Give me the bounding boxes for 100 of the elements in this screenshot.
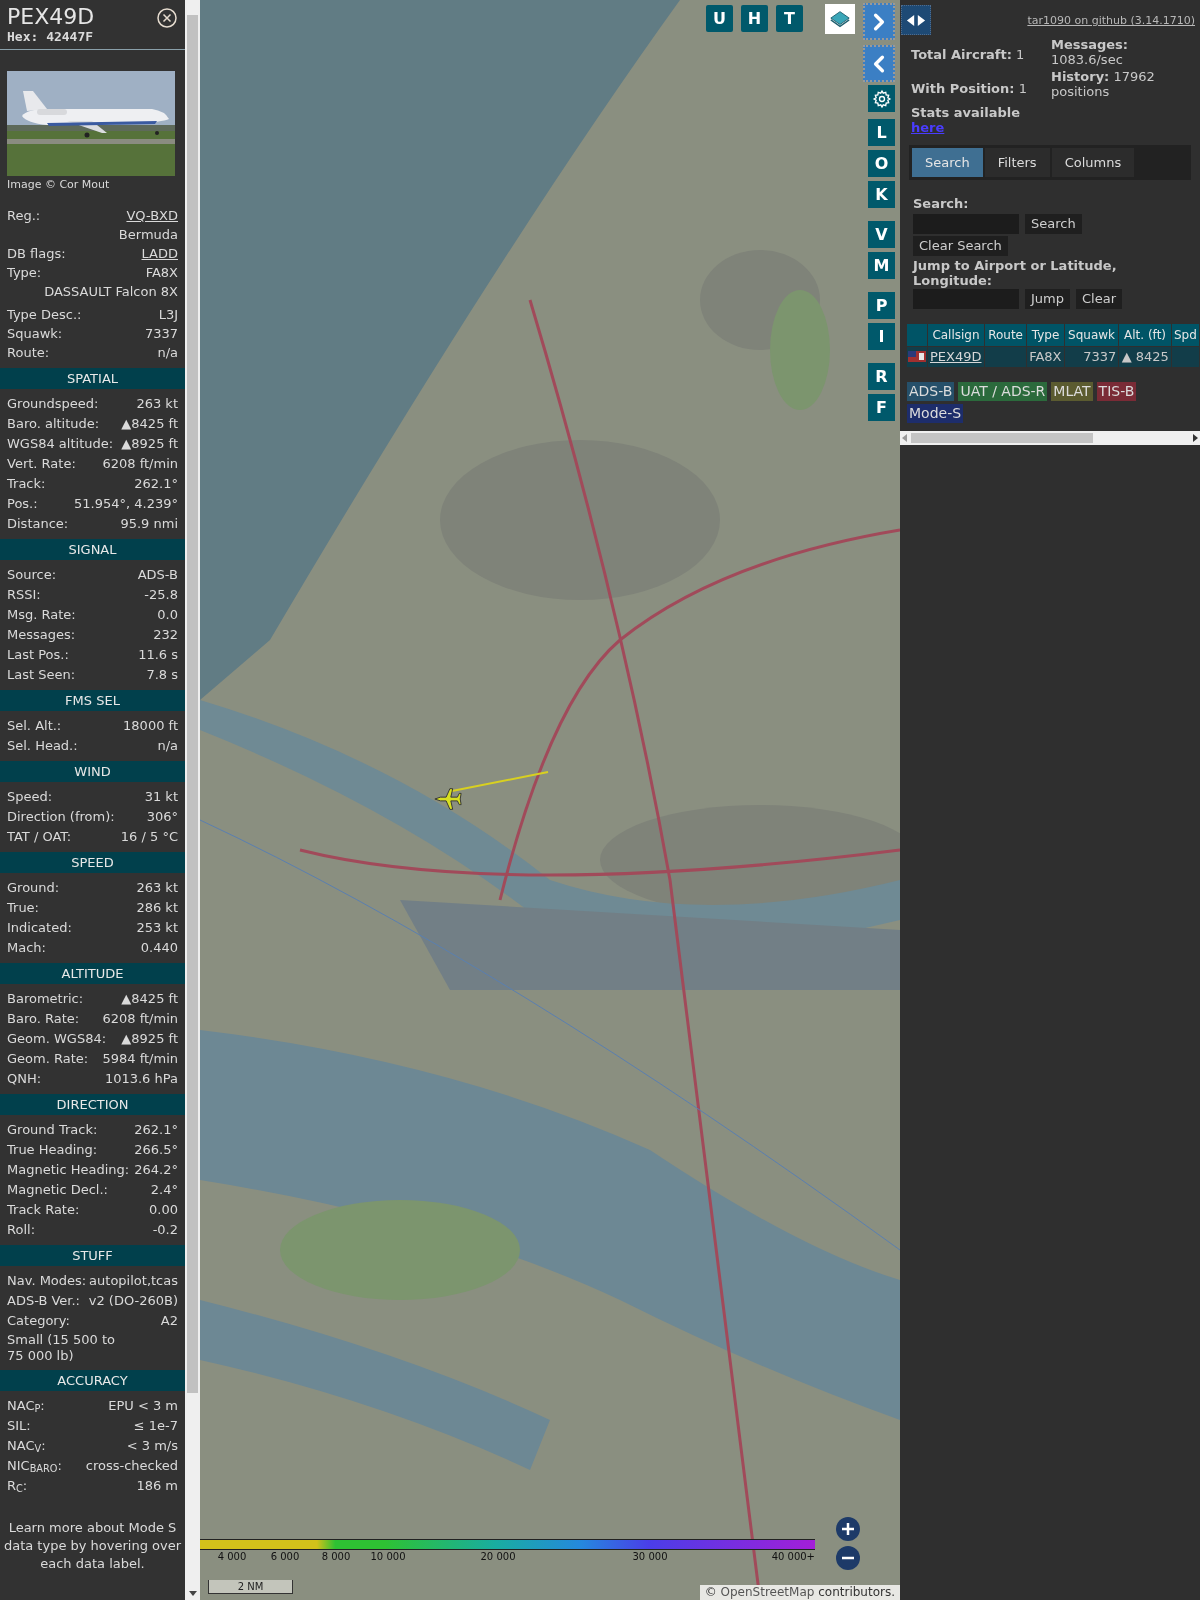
field-label: Source: (7, 566, 57, 584)
map-toggle-button[interactable]: V (868, 221, 895, 248)
stat-text: History: 17962 positions (1051, 69, 1156, 101)
field-label: Sel. Head.: (7, 737, 78, 755)
registry-link[interactable]: LADD (141, 244, 178, 263)
table-header (907, 324, 927, 346)
column-header[interactable]: Alt. (ft) (1119, 324, 1171, 346)
field-value: FA8X (145, 264, 178, 282)
attribution-link[interactable]: OpenStreetMap (720, 1585, 815, 1599)
field-label: True: (7, 899, 39, 917)
field-label: Geom. WGS84: (7, 1030, 107, 1048)
field-value: 263 kt (136, 395, 178, 413)
column-header[interactable]: Squawk (1064, 324, 1119, 346)
field-value: autopilot,tcas (89, 1272, 178, 1290)
map-toggle-button[interactable]: O (868, 150, 895, 177)
map-toggle-button[interactable]: R (868, 363, 895, 390)
source-tag: ADS-B (907, 381, 955, 401)
source-tag: TIS-B (1096, 381, 1137, 401)
settings-button[interactable] (868, 85, 895, 112)
column-header[interactable]: Callsign (928, 324, 984, 346)
field-label: Vert. Rate: (7, 455, 76, 473)
field-value: 31 kt (144, 788, 178, 806)
map-toggle-button[interactable]: F (868, 394, 895, 421)
map-toggle-button[interactable]: L (868, 119, 895, 146)
field-value: ▲8425 ft (121, 415, 178, 433)
flag-icon (908, 351, 926, 363)
section-header: DIRECTION (0, 1094, 185, 1115)
registry-link[interactable]: VQ-BXD (126, 206, 178, 225)
close-button[interactable] (157, 8, 177, 28)
field-value: 0.440 (140, 939, 178, 957)
map-toggle-button[interactable]: H (741, 5, 768, 32)
field-value: ADS-B (137, 566, 178, 584)
collapse-button[interactable] (863, 45, 895, 82)
source-tag: UAT / ADS-R (958, 381, 1048, 401)
section-header: FMS SEL (0, 690, 185, 711)
scrollbar-thumb[interactable] (187, 15, 198, 1393)
field-label: Ground Track: (7, 1121, 98, 1139)
field-value: 286 kt (136, 899, 178, 917)
toggle-panel-button[interactable] (901, 5, 931, 35)
map[interactable]: U H T L O K V M P I R F 4 000 6 000 8 000 10 000 20 000 30 000 40 000+ 2 NM © OpenStreetMap contributors. (200, 0, 900, 1600)
field-label: WGS84 altitude: (7, 435, 114, 453)
column-header[interactable]: Type (1027, 324, 1064, 346)
callsign-link[interactable]: PEX49D (928, 347, 984, 367)
field-value: ≤ 1e-7 (133, 1417, 178, 1435)
field-label: Magnetic Heading: (7, 1161, 130, 1179)
section-header: STUFF (0, 1245, 185, 1266)
field-label: Reg.: (7, 207, 41, 225)
altitude-tick-label: 8 000 (321, 1551, 351, 1563)
field-value: 16 / 5 °C (120, 828, 178, 846)
altitude-tick-label: 20 000 (480, 1551, 516, 1563)
search-label: Search: (913, 196, 970, 212)
column-header[interactable]: Spd (1171, 324, 1199, 346)
field-label: Type: (7, 264, 42, 282)
photo-credit: Image © Cor Mout (7, 178, 111, 192)
field-label: Track Rate: (7, 1201, 80, 1219)
map-toggle-button[interactable]: T (776, 5, 803, 32)
tab[interactable]: Columns (1051, 148, 1135, 177)
field-value: 95.9 nmi (120, 515, 178, 533)
search-button[interactable]: Search (1025, 214, 1082, 234)
field-value: 7.8 s (146, 666, 178, 684)
altitude-tick-label: 30 000 (632, 1551, 668, 1563)
field-value: 1013.6 hPa (104, 1070, 178, 1088)
field-value: 262.1° (134, 475, 178, 493)
jump-label: Jump to Airport or Latitude, Longitude: (913, 258, 1118, 288)
field-label: Barometric: (7, 990, 84, 1008)
stat-text: Messages: 1083.6/sec (1051, 37, 1130, 69)
aircraft-row[interactable]: PEX49D FA8X 7337 ▲ 8425 (907, 347, 1199, 367)
layers-button[interactable] (825, 4, 855, 34)
category-description: Small (15 500 to 75 000 lb) (7, 1331, 116, 1365)
field-value: 18000 ft (123, 717, 178, 735)
tab[interactable]: Filters (984, 148, 1050, 177)
field-label: Distance: (7, 515, 69, 533)
hex-code: Hex: 42447F (7, 29, 95, 45)
expand-button[interactable] (863, 3, 895, 40)
field-value: 264.2° (134, 1161, 178, 1179)
map-toggle-button[interactable]: P (868, 292, 895, 319)
field-label: Last Seen: (7, 666, 76, 684)
clear-search-button[interactable]: Clear Search (913, 236, 1008, 256)
source-tag: MLAT (1051, 381, 1093, 401)
field-value: 306° (146, 808, 178, 826)
map-toggle-button[interactable]: U (706, 5, 733, 32)
plus-icon (841, 1522, 855, 1536)
github-link[interactable]: tar1090 on github (3.14.1710) (1027, 13, 1195, 30)
clear-button[interactable]: Clear (1076, 289, 1122, 309)
field-value: 51.954°, 4.239° (74, 495, 178, 513)
field-value: v2 (DO-260B) (88, 1292, 178, 1310)
section-header: SPEED (0, 852, 185, 873)
settings-icon (871, 88, 892, 109)
altitude-tick-label: 40 000+ (771, 1551, 815, 1563)
map-toggle-button[interactable]: M (868, 252, 895, 279)
jump-button[interactable]: Jump (1025, 289, 1070, 309)
scrollbar-thumb[interactable] (911, 432, 1093, 443)
field-label: QNH: (7, 1070, 42, 1088)
tab[interactable]: Search (912, 148, 983, 177)
table-cell: 7337 (1064, 347, 1119, 367)
map-toggle-button[interactable]: K (868, 181, 895, 208)
column-header[interactable]: Route (985, 324, 1027, 346)
map-toggle-button[interactable]: I (868, 323, 895, 350)
field-label: TAT / OAT: (7, 828, 72, 846)
field-value: 2.4° (150, 1181, 178, 1199)
